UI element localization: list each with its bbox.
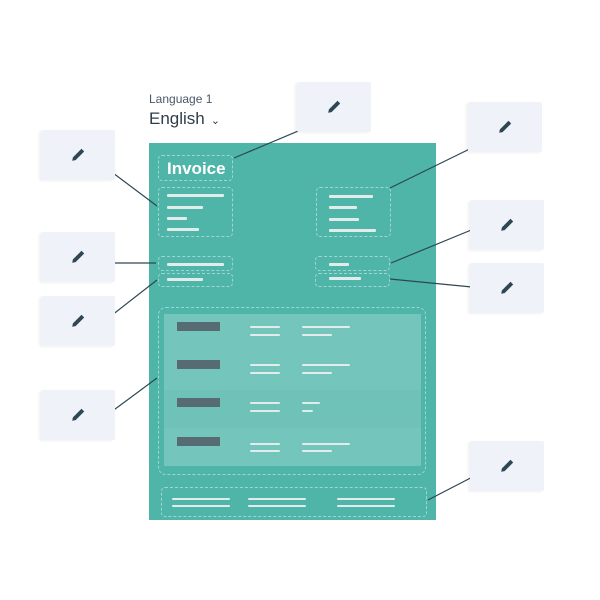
- line-items-table: [164, 314, 421, 466]
- edit-invoice-date-button[interactable]: [41, 296, 115, 346]
- edit-recipient-address-button[interactable]: [468, 102, 542, 152]
- amount-field-region[interactable]: [315, 273, 390, 287]
- text-line: [302, 326, 350, 328]
- text-line: [302, 450, 332, 452]
- text-line: [172, 505, 230, 507]
- edit-due-field-button[interactable]: [470, 200, 544, 250]
- text-line: [167, 194, 224, 197]
- edit-title-button[interactable]: [297, 82, 371, 132]
- text-line: [250, 364, 280, 366]
- text-line: [250, 410, 280, 412]
- item-name-bar: [177, 322, 220, 331]
- item-name-bar: [177, 437, 220, 446]
- invoice-title: Invoice: [167, 159, 226, 178]
- text-line: [329, 263, 349, 266]
- text-line: [337, 498, 395, 500]
- language-label: Language 1: [149, 92, 213, 106]
- edit-footer-button[interactable]: [470, 441, 544, 491]
- pencil-icon: [72, 148, 85, 161]
- pencil-icon: [72, 408, 85, 421]
- edit-amount-field-button[interactable]: [470, 263, 544, 313]
- pencil-icon: [501, 281, 514, 294]
- text-line: [302, 364, 350, 366]
- text-line: [167, 217, 187, 220]
- text-line: [329, 206, 357, 209]
- pencil-icon: [72, 314, 85, 327]
- item-name-bar: [177, 398, 220, 407]
- table-row: [164, 390, 421, 428]
- language-dropdown[interactable]: English ⌄: [149, 109, 220, 129]
- text-line: [167, 263, 224, 266]
- text-line: [248, 505, 306, 507]
- text-line: [250, 450, 280, 452]
- item-name-bar: [177, 360, 220, 369]
- due-field-region[interactable]: [315, 256, 390, 271]
- text-line: [250, 326, 280, 328]
- text-line: [302, 410, 313, 412]
- pencil-icon: [328, 100, 341, 113]
- pencil-icon: [501, 459, 514, 472]
- language-selector-group: Language 1 English ⌄: [149, 92, 220, 129]
- pencil-icon: [72, 250, 85, 263]
- pencil-icon: [501, 218, 514, 231]
- text-line: [329, 195, 373, 198]
- text-line: [250, 402, 280, 404]
- edit-invoice-number-button[interactable]: [41, 232, 115, 282]
- text-line: [167, 228, 199, 231]
- pencil-icon: [499, 120, 512, 133]
- text-line: [337, 505, 395, 507]
- text-line: [302, 372, 332, 374]
- text-line: [329, 277, 361, 280]
- text-line: [302, 402, 320, 404]
- edit-line-items-button[interactable]: [41, 390, 115, 440]
- edit-sender-address-button[interactable]: [41, 130, 115, 180]
- text-line: [302, 334, 332, 336]
- text-line: [250, 334, 280, 336]
- text-line: [329, 229, 376, 232]
- language-selected-value: English: [149, 109, 205, 128]
- text-line: [167, 206, 203, 209]
- footer-region[interactable]: [161, 487, 427, 517]
- text-line: [329, 218, 359, 221]
- text-line: [250, 443, 280, 445]
- chevron-down-icon: ⌄: [210, 114, 220, 127]
- text-line: [302, 443, 350, 445]
- table-row: [164, 428, 421, 466]
- text-line: [167, 278, 203, 281]
- text-line: [250, 372, 280, 374]
- text-line: [248, 498, 306, 500]
- text-line: [172, 498, 230, 500]
